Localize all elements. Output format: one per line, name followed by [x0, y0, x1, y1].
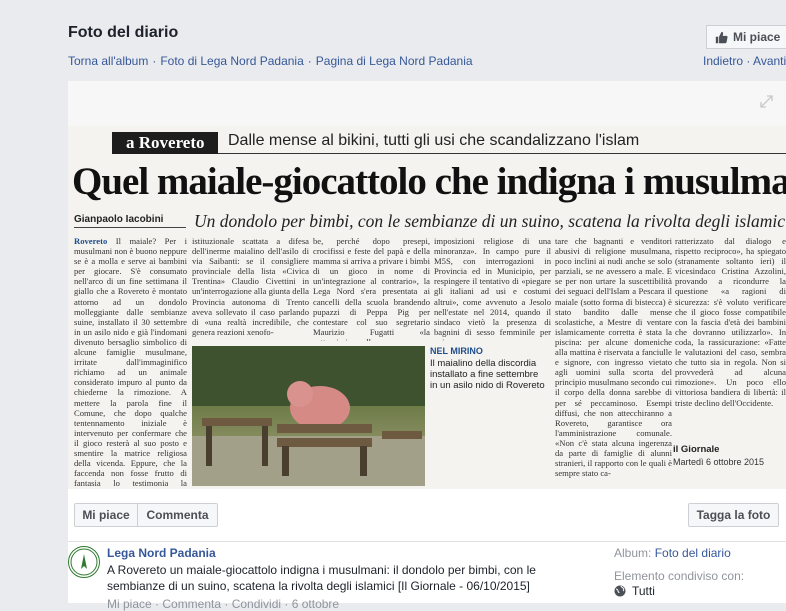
breadcrumb: Torna all'album · Foto di Lega Nord Padani…: [68, 54, 473, 68]
photo-actions-bar: Mi piace Commenta Tagga la foto: [68, 489, 786, 542]
article-subhead: Un dondolo per bimbi, con le sembianze d…: [194, 211, 786, 231]
article-byline: Gianpaolo Iacobini: [74, 214, 164, 225]
article-column-3: be, perché dopo presepi, crocifissi e fe…: [313, 236, 430, 341]
comment-button[interactable]: Commenta: [137, 503, 218, 527]
breadcrumb-page-photos[interactable]: Foto di Lega Nord Padania: [160, 54, 303, 68]
lega-nord-logo-icon: [70, 548, 98, 576]
audience-label: Tutti: [632, 584, 655, 598]
page-avatar[interactable]: [68, 546, 100, 578]
like-button[interactable]: Mi piace: [74, 503, 138, 527]
article-column-1: Rovereto Il maiale? Per i musulmani non …: [74, 236, 187, 486]
breadcrumb-back-to-album[interactable]: Torna all'album: [68, 54, 148, 68]
pig-rocker-illustration: [192, 346, 425, 486]
breadcrumb-separator: ·: [152, 54, 157, 68]
newspaper-source: il Giornale: [673, 444, 720, 455]
breadcrumb-page[interactable]: Pagina di Lega Nord Padania: [316, 54, 473, 68]
audience-selector[interactable]: Tutti: [614, 584, 655, 598]
post-info: Lega Nord Padania A Rovereto un maiale-g…: [68, 542, 786, 611]
album-label: Album:: [614, 546, 652, 560]
section-tag: a Rovereto: [112, 132, 218, 154]
article-headline: Quel maiale-giocattolo che indigna i mus…: [72, 160, 786, 203]
expand-icon[interactable]: [760, 95, 773, 108]
dateline: Rovereto: [74, 236, 108, 246]
post-page-name[interactable]: Lega Nord Padania: [107, 546, 216, 560]
article-kicker: Dalle mense al bikini, tutti gli usi che…: [228, 132, 640, 149]
tag-photo-button[interactable]: Tagga la foto: [688, 503, 779, 527]
shared-with-label: Elemento condiviso con:: [614, 569, 745, 583]
globe-icon: [614, 585, 626, 597]
column-1-text: Il maiale? Per i musulmani non è buono n…: [74, 236, 187, 486]
article-photo: [192, 346, 425, 486]
thumbs-up-icon: [715, 31, 728, 43]
photo-caption: Il maialino della discordia installato a…: [430, 358, 545, 391]
page-title: Foto del diario: [68, 24, 179, 41]
post-action-links[interactable]: Mi piace · Commenta · Condividi · 6 otto…: [107, 597, 339, 611]
next-photo-link[interactable]: Avanti: [753, 54, 786, 68]
album-info: Album: Foto del diario: [614, 546, 731, 560]
photo-navigation: Indietro · Avanti: [703, 54, 786, 68]
newspaper-date: Martedì 6 ottobre 2015: [673, 457, 765, 467]
article-column-6: ratterizzato dal dialogo e rispetto reci…: [675, 236, 786, 408]
breadcrumb-separator: ·: [307, 54, 312, 68]
page-like-label: Mi piace: [733, 30, 781, 44]
photo-caption-heading: NEL MIRINO: [430, 346, 483, 356]
article-column-5: tare che bagnanti e venditori abusivi di…: [555, 236, 672, 479]
page-like-button[interactable]: Mi piace: [706, 25, 786, 49]
section-rule: [218, 153, 786, 154]
album-link[interactable]: Foto del diario: [655, 546, 731, 560]
article-column-4: imposizioni religiose di una minoranza».…: [434, 236, 551, 341]
article-column-2: istituzionale scattata a difesa dell'ine…: [192, 236, 309, 337]
newspaper-clipping: a Rovereto Dalle mense al bikini, tutti …: [68, 126, 786, 489]
post-text: A Rovereto un maiale-giocattolo indigna …: [107, 563, 536, 593]
photo-viewer[interactable]: a Rovereto Dalle mense al bikini, tutti …: [68, 81, 786, 489]
nav-separator: ·: [746, 54, 751, 68]
previous-photo-link[interactable]: Indietro: [703, 54, 743, 68]
byline-rule: [74, 227, 186, 228]
